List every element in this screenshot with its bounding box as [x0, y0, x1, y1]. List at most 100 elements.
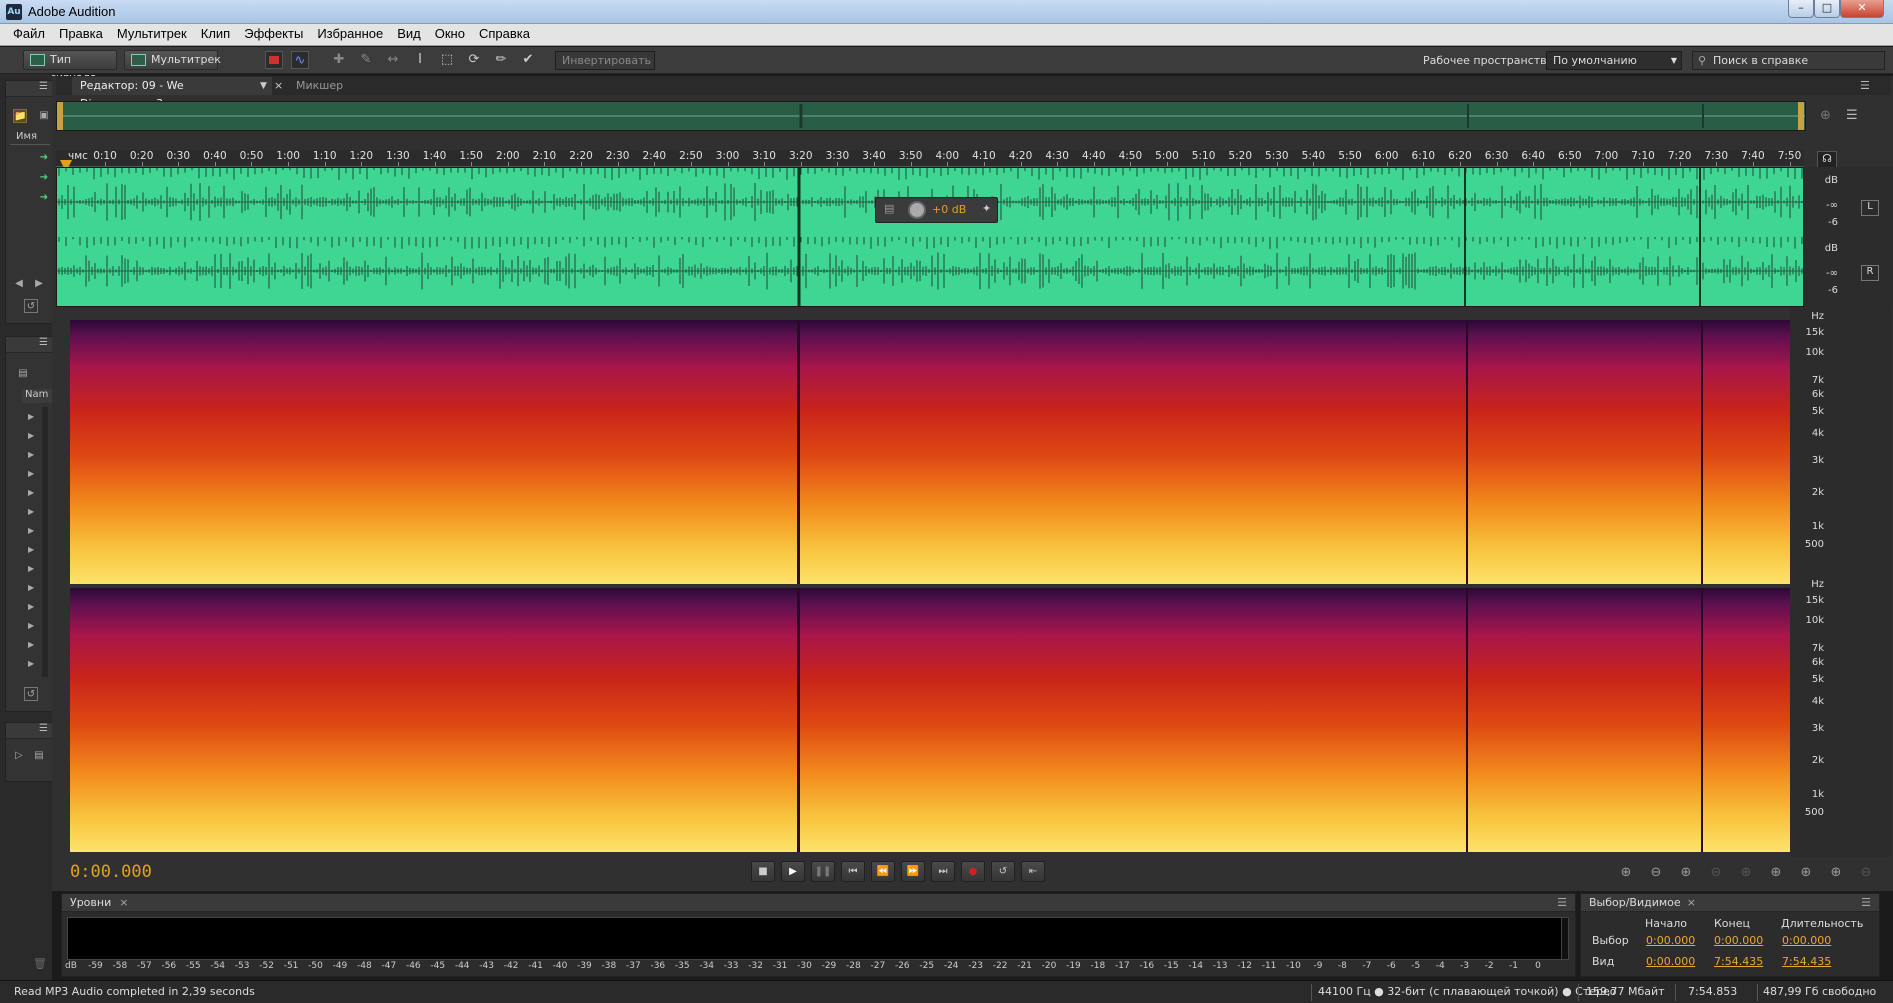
menu-favorites[interactable]: Избранное	[310, 24, 390, 43]
close-window-button[interactable]: ✕	[1840, 0, 1884, 18]
selection-start-value[interactable]: 0:00.000	[1646, 934, 1695, 947]
menu-window[interactable]: Окно	[428, 24, 472, 43]
menu-multitrack[interactable]: Мультитрек	[110, 24, 194, 43]
meter-scale-label: -25	[919, 961, 935, 971]
amplitude-hud[interactable]: ▤ +0 dB ✦	[875, 197, 998, 223]
tab-mixer[interactable]: Микшер	[288, 77, 351, 95]
spectral-display-left[interactable]	[70, 320, 1790, 584]
spot-healing-tool-icon[interactable]: ✔	[519, 51, 537, 69]
loop-playback-button[interactable]: ↺	[991, 861, 1015, 882]
menu-view[interactable]: Вид	[390, 24, 428, 43]
pause-button[interactable]: ❚❚	[811, 861, 835, 882]
menu-help[interactable]: Справка	[472, 24, 537, 43]
zoom-in-time-icon[interactable]: ⊕	[1676, 864, 1696, 882]
insert-into-multitrack-icon[interactable]: ↺	[24, 299, 38, 313]
zoom-in-amplitude-icon[interactable]: ⊕	[1616, 864, 1636, 882]
zoom-out-amplitude-icon[interactable]: ⊖	[1646, 864, 1666, 882]
volume-knob[interactable]	[908, 201, 926, 219]
file-playing-icon[interactable]: ➔	[37, 191, 51, 205]
channel-right-toggle[interactable]: R	[1861, 265, 1879, 281]
waveform-display[interactable]	[56, 167, 1804, 307]
view-end-value[interactable]: 7:54.435	[1714, 955, 1763, 968]
file-playing-icon[interactable]: ➔	[37, 151, 51, 165]
overview-left-handle[interactable]	[57, 102, 63, 130]
file-playing-icon[interactable]: ➔	[37, 171, 51, 185]
effects-panel-menu-icon[interactable]: ☰	[6, 337, 52, 353]
scroll-right-icon[interactable]: ▶	[32, 277, 46, 291]
meter-scale-label: -19	[1066, 961, 1081, 971]
go-to-start-button[interactable]: ⏮	[841, 861, 865, 882]
time-ruler[interactable]: чмс 0:10 0:20 0:30 0:40 0:50 1:00 1:10 1:20 1:30…	[56, 150, 1804, 167]
apply-effects-icon[interactable]: ↺	[24, 687, 38, 701]
zoom-out-selection-icon[interactable]: ⊖	[1856, 864, 1876, 882]
waveform-overview[interactable]	[56, 101, 1806, 131]
menu-effects[interactable]: Эффекты	[237, 24, 310, 43]
selection-duration-value[interactable]: 0:00.000	[1782, 934, 1831, 947]
zoom-out-time-icon[interactable]: ⊖	[1706, 864, 1726, 882]
selection-end-value[interactable]: 0:00.000	[1714, 934, 1763, 947]
tab-editor[interactable]: Редактор: 09 - We Disappear.mp3	[72, 77, 272, 110]
invert-button[interactable]: Инвертировать	[555, 51, 655, 70]
zoom-out-full-icon[interactable]: ⊕	[1736, 864, 1756, 882]
menu-file[interactable]: Файл	[0, 24, 52, 43]
effects-column-header[interactable]: Nam	[22, 389, 52, 403]
clip-indicator[interactable]	[1561, 917, 1569, 960]
zoom-to-selection-icon[interactable]: ⊕	[1796, 864, 1816, 882]
close-tab-icon[interactable]: ×	[119, 896, 128, 909]
zoom-in-point-icon[interactable]: ⊕	[1766, 864, 1786, 882]
editor-panel-menu-icon[interactable]: ☰	[1852, 77, 1878, 95]
slip-tool-icon[interactable]: ↔	[384, 51, 402, 69]
rewind-button[interactable]: ⏪	[871, 861, 895, 882]
help-search-input[interactable]: ⚲ Поиск в справке	[1692, 51, 1885, 70]
zoom-selection-icon[interactable]: ⊕	[1826, 864, 1846, 882]
minimize-button[interactable]: –	[1788, 0, 1814, 18]
open-folder-icon[interactable]: 📁	[13, 109, 27, 123]
marquee-tool-icon[interactable]: ⬚	[438, 51, 456, 69]
history-panel-menu-icon[interactable]: ☰	[6, 723, 52, 739]
lasso-tool-icon[interactable]: ⟳	[465, 51, 483, 69]
channel-left-toggle[interactable]: L	[1861, 200, 1879, 216]
spectral-pitch-view-icon[interactable]: ∿	[291, 51, 309, 69]
levels-panel-title[interactable]: Уровни	[70, 896, 111, 909]
fast-forward-button[interactable]: ⏩	[901, 861, 925, 882]
files-panel-menu-icon[interactable]: ☰	[6, 81, 52, 97]
ruler-tick-mark	[874, 162, 876, 166]
import-icon[interactable]: ▣	[37, 109, 51, 123]
workspace-select[interactable]: По умолчанию ▼	[1546, 51, 1682, 70]
waveform-view-button[interactable]: Тип сигнала	[23, 50, 117, 84]
move-tool-icon[interactable]: ✚	[330, 51, 348, 69]
view-duration-value[interactable]: 7:54.435	[1782, 955, 1831, 968]
spectral-display-right[interactable]	[70, 588, 1790, 852]
go-to-end-button[interactable]: ⏭	[931, 861, 955, 882]
pin-icon[interactable]: ✦	[982, 202, 991, 215]
selection-panel-title[interactable]: Выбор/Видимое	[1589, 896, 1681, 909]
levels-panel-menu-icon[interactable]: ☰	[1557, 894, 1567, 912]
maximize-button[interactable]: □	[1814, 0, 1840, 18]
preset-icon[interactable]: ▤	[16, 367, 30, 381]
menu-edit[interactable]: Правка	[52, 24, 110, 43]
zoom-to-selection-icon[interactable]: ⊕	[1820, 108, 1838, 126]
scroll-left-icon[interactable]: ◀	[12, 277, 26, 291]
skip-selection-button[interactable]: ⇤	[1021, 861, 1045, 882]
play-button[interactable]: ▶	[781, 861, 805, 882]
files-column-header[interactable]: Имя	[10, 131, 50, 145]
overview-right-handle[interactable]	[1798, 102, 1804, 130]
ruler-tick-mark	[617, 162, 619, 166]
close-tab-icon[interactable]: ×	[1687, 896, 1696, 909]
delete-icon[interactable]: 🗑	[33, 957, 47, 970]
razor-tool-icon[interactable]: ✎	[357, 51, 375, 69]
play-history-icon[interactable]: ▷	[12, 749, 26, 763]
menu-clip[interactable]: Клип	[194, 24, 237, 43]
selection-panel-menu-icon[interactable]: ☰	[1861, 894, 1871, 912]
brush-tool-icon[interactable]: ✏	[492, 51, 510, 69]
effects-scrollbar[interactable]	[42, 407, 48, 677]
time-selection-tool-icon[interactable]: I	[411, 51, 429, 69]
record-button[interactable]: ●	[961, 861, 985, 882]
history-snapshot-icon[interactable]: ▤	[32, 749, 46, 763]
multitrack-view-button[interactable]: Мультитрек	[124, 50, 221, 70]
view-start-value[interactable]: 0:00.000	[1646, 955, 1695, 968]
stop-button[interactable]: ■	[751, 861, 775, 882]
overview-settings-icon[interactable]: ☰	[1846, 108, 1864, 126]
meter-scale-label: -55	[185, 961, 201, 971]
spectral-red-view-icon[interactable]	[265, 51, 283, 69]
